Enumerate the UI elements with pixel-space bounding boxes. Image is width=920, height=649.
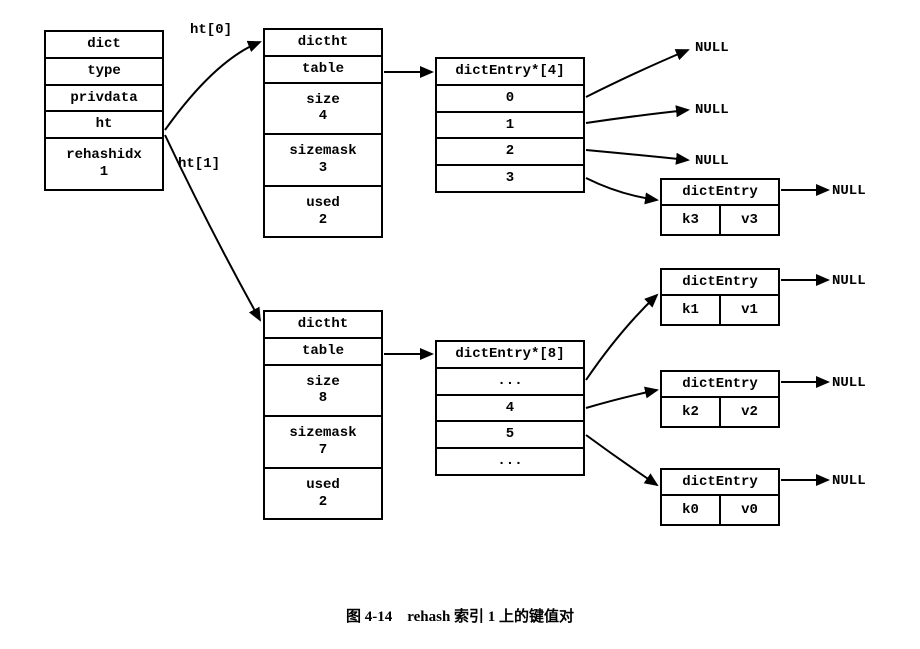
dictentry-k3v3: dictEntry k3 v3 [660, 178, 780, 236]
arrow-arr1-2-entry [586, 435, 657, 485]
arr0-row-2: 2 [437, 139, 583, 166]
dictht0-used-label: used [306, 195, 340, 211]
entry2-val: v2 [721, 396, 778, 426]
dict-field-rehashidx: rehashidx 1 [46, 139, 162, 189]
arrow-arr1-1-entry [586, 390, 657, 408]
dictht1-used-label: used [306, 477, 340, 493]
entry0-key: k3 [662, 204, 721, 234]
null-label-3: NULL [832, 183, 866, 199]
arr0-row-1: 1 [437, 113, 583, 140]
dictht1-title: dictht [265, 312, 381, 339]
null-label-5: NULL [832, 375, 866, 391]
arr0-row-0: 0 [437, 86, 583, 113]
entry1-title: dictEntry [662, 270, 778, 294]
dictht1-sizemask: sizemask 7 [265, 417, 381, 469]
entry1-key: k1 [662, 294, 721, 324]
dictht1-used-value: 2 [319, 494, 327, 510]
entry1-val: v1 [721, 294, 778, 324]
null-label-1: NULL [695, 102, 729, 118]
arr0-title: dictEntry*[4] [437, 59, 583, 86]
null-label-2: NULL [695, 153, 729, 169]
arrow-arr1-0-entry [586, 295, 657, 380]
arrow-arr0-2-null [586, 150, 688, 160]
dictht0-sizemask: sizemask 3 [265, 135, 381, 187]
dictht1-struct: dictht table size 8 sizemask 7 used 2 [263, 310, 383, 520]
dictht0-used: used 2 [265, 187, 381, 237]
dictht0-size-label: size [306, 92, 340, 108]
dictht0-table: table [265, 57, 381, 84]
entry0-val: v3 [721, 204, 778, 234]
dictht0-sizemask-label: sizemask [289, 143, 356, 159]
dictht0-used-value: 2 [319, 212, 327, 228]
arr1-row-0: ... [437, 369, 583, 396]
entry2-key: k2 [662, 396, 721, 426]
dictht0-size-value: 4 [319, 108, 327, 124]
dictentry-k2v2: dictEntry k2 v2 [660, 370, 780, 428]
dictentry-array-1: dictEntry*[8] ... 4 5 ... [435, 340, 585, 476]
dict-field-privdata: privdata [46, 86, 162, 113]
arrow-arr0-3-entry [586, 178, 657, 200]
rehashidx-value: 1 [100, 164, 108, 180]
entry3-title: dictEntry [662, 470, 778, 494]
dictht0-size: size 4 [265, 84, 381, 136]
dict-struct: dict type privdata ht rehashidx 1 [44, 30, 164, 191]
dictht1-size-label: size [306, 374, 340, 390]
dictht0-struct: dictht table size 4 sizemask 3 used 2 [263, 28, 383, 238]
dictht0-sizemask-value: 3 [319, 160, 327, 176]
null-label-6: NULL [832, 473, 866, 489]
entry0-title: dictEntry [662, 180, 778, 204]
null-label-4: NULL [832, 273, 866, 289]
dictht1-size: size 8 [265, 366, 381, 418]
arrow-arr0-0-null [586, 50, 688, 97]
dictht0-title: dictht [265, 30, 381, 57]
entry3-key: k0 [662, 494, 721, 524]
dictentry-k1v1: dictEntry k1 v1 [660, 268, 780, 326]
null-label-0: NULL [695, 40, 729, 56]
arr1-row-1: 4 [437, 396, 583, 423]
arr1-row-3: ... [437, 449, 583, 474]
dictht1-sizemask-value: 7 [319, 442, 327, 458]
dict-title: dict [46, 32, 162, 59]
entry2-title: dictEntry [662, 372, 778, 396]
entry3-val: v0 [721, 494, 778, 524]
dictht1-table: table [265, 339, 381, 366]
arrow-ht-to-dictht0 [165, 42, 260, 130]
ht1-label: ht[1] [178, 156, 220, 172]
dictht1-size-value: 8 [319, 390, 327, 406]
dictentry-array-0: dictEntry*[4] 0 1 2 3 [435, 57, 585, 193]
arr0-row-3: 3 [437, 166, 583, 191]
dictentry-k0v0: dictEntry k0 v0 [660, 468, 780, 526]
arrow-arr0-1-null [586, 110, 688, 123]
figure-caption: 图 4-14 rehash 索引 1 上的键值对 [0, 605, 920, 626]
dict-field-ht: ht [46, 112, 162, 139]
rehashidx-label: rehashidx [66, 147, 142, 163]
dictht1-sizemask-label: sizemask [289, 425, 356, 441]
ht0-label: ht[0] [190, 22, 232, 38]
arr1-title: dictEntry*[8] [437, 342, 583, 369]
dictht1-used: used 2 [265, 469, 381, 519]
arr1-row-2: 5 [437, 422, 583, 449]
dict-field-type: type [46, 59, 162, 86]
